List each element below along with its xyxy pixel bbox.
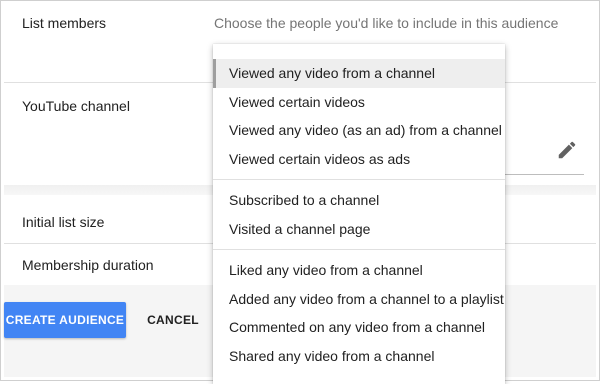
membership-duration-label: Membership duration <box>22 257 154 273</box>
list-members-label: List members <box>22 15 107 31</box>
menu-separator <box>213 249 505 250</box>
menu-separator <box>213 179 505 180</box>
menu-item-added-to-playlist[interactable]: Added any video from a channel to a play… <box>213 285 505 314</box>
menu-item-viewed-any-video-as-ad[interactable]: Viewed any video (as an ad) from a chann… <box>213 116 505 145</box>
create-audience-button[interactable]: CREATE AUDIENCE <box>4 302 126 338</box>
youtube-channel-label: YouTube channel <box>22 98 130 114</box>
menu-item-viewed-any-video[interactable]: Viewed any video from a channel <box>213 59 505 88</box>
pencil-icon[interactable] <box>556 139 578 161</box>
list-members-dropdown-menu[interactable]: Viewed any video from a channel Viewed c… <box>213 44 505 384</box>
menu-item-shared[interactable]: Shared any video from a channel <box>213 342 505 371</box>
cancel-button[interactable]: CANCEL <box>140 302 206 338</box>
menu-item-viewed-certain-videos[interactable]: Viewed certain videos <box>213 88 505 117</box>
menu-item-subscribed[interactable]: Subscribed to a channel <box>213 186 505 215</box>
menu-item-visited-channel-page[interactable]: Visited a channel page <box>213 215 505 244</box>
menu-item-liked-video[interactable]: Liked any video from a channel <box>213 256 505 285</box>
menu-group-viewed: Viewed any video from a channel Viewed c… <box>213 44 505 173</box>
menu-item-viewed-certain-videos-as-ads[interactable]: Viewed certain videos as ads <box>213 145 505 174</box>
pencil-icon-graphic <box>558 141 576 159</box>
initial-list-size-label: Initial list size <box>22 214 105 230</box>
channel-input-underline <box>500 174 584 175</box>
menu-item-commented[interactable]: Commented on any video from a channel <box>213 313 505 342</box>
menu-group-channel: Subscribed to a channel Visited a channe… <box>213 186 505 243</box>
menu-group-engagement: Liked any video from a channel Added any… <box>213 256 505 370</box>
list-members-hint: Choose the people you'd like to include … <box>214 15 559 31</box>
